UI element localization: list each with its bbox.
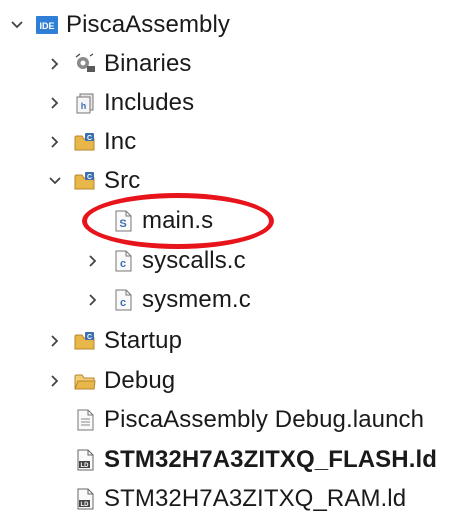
tree-item-label: syscalls.c — [142, 247, 246, 274]
chevron-right-icon[interactable] — [46, 94, 64, 112]
chevron-right-icon[interactable] — [46, 133, 64, 151]
tree-item-binaries[interactable]: Binaries — [46, 45, 192, 83]
tree-item-startup[interactable]: C Startup — [46, 322, 182, 360]
svg-text:C: C — [87, 174, 92, 181]
tree-item-label: sysmem.c — [142, 286, 251, 313]
project-explorer-tree: IDE PiscaAssembly Binaries h Includes C … — [0, 0, 462, 513]
tree-item-inc[interactable]: C Inc — [46, 123, 136, 161]
asm-file-icon: S — [112, 210, 134, 232]
c-file-icon: c — [112, 250, 134, 272]
chevron-right-icon[interactable] — [46, 332, 64, 350]
tree-item-label: STM32H7A3ZITXQ_RAM.ld — [104, 485, 407, 512]
launch-file-icon — [74, 409, 96, 431]
tree-item-debug[interactable]: Debug — [46, 362, 175, 400]
tree-item-includes[interactable]: h Includes — [46, 84, 194, 122]
svg-text:LD: LD — [81, 502, 90, 508]
tree-item-label: PiscaAssembly — [66, 11, 231, 38]
c-file-icon: c — [112, 289, 134, 311]
chevron-right-icon[interactable] — [84, 291, 102, 309]
source-folder-icon: C — [74, 131, 96, 153]
tree-item-label: Includes — [104, 89, 195, 116]
tree-item-label: Startup — [104, 327, 183, 354]
tree-item-project[interactable]: IDE PiscaAssembly — [8, 6, 230, 44]
source-folder-icon: C — [74, 330, 96, 352]
svg-text:c: c — [120, 258, 126, 270]
chevron-down-icon[interactable] — [46, 172, 64, 190]
svg-text:c: c — [120, 297, 126, 309]
chevron-right-icon[interactable] — [46, 372, 64, 390]
folder-icon — [74, 370, 96, 392]
tree-item-label: Binaries — [104, 50, 192, 77]
tree-item-label: Src — [104, 167, 141, 194]
source-folder-icon: C — [74, 170, 96, 192]
ide-project-icon: IDE — [36, 14, 58, 36]
tree-item-label: Inc — [104, 128, 137, 155]
tree-item-label: STM32H7A3ZITXQ_FLASH.ld — [104, 446, 438, 473]
linker-file-icon: LD — [74, 488, 96, 510]
chevron-right-icon[interactable] — [84, 252, 102, 270]
tree-item-ram-ld[interactable]: LD STM32H7A3ZITXQ_RAM.ld — [46, 480, 406, 518]
svg-text:C: C — [87, 334, 92, 341]
svg-text:C: C — [87, 135, 92, 142]
svg-text:LD: LD — [81, 463, 90, 469]
tree-item-debug-launch[interactable]: PiscaAssembly Debug.launch — [46, 401, 424, 439]
svg-text:S: S — [119, 218, 126, 230]
tree-item-sysmem-c[interactable]: c sysmem.c — [84, 281, 251, 319]
binaries-icon — [74, 53, 96, 75]
ide-badge-text: IDE — [39, 21, 54, 31]
tree-item-label: Debug — [104, 367, 176, 394]
chevron-down-icon[interactable] — [8, 16, 26, 34]
linker-file-icon: LD — [74, 449, 96, 471]
tree-item-syscalls-c[interactable]: c syscalls.c — [84, 242, 246, 280]
includes-icon: h — [74, 92, 96, 114]
tree-item-flash-ld[interactable]: LD STM32H7A3ZITXQ_FLASH.ld — [46, 441, 437, 479]
chevron-right-icon[interactable] — [46, 55, 64, 73]
tree-item-main-s[interactable]: S main.s — [84, 202, 213, 240]
tree-item-src[interactable]: C Src — [46, 162, 140, 200]
tree-item-label: PiscaAssembly Debug.launch — [104, 406, 425, 433]
svg-text:h: h — [81, 101, 87, 111]
tree-item-label: main.s — [142, 207, 214, 234]
